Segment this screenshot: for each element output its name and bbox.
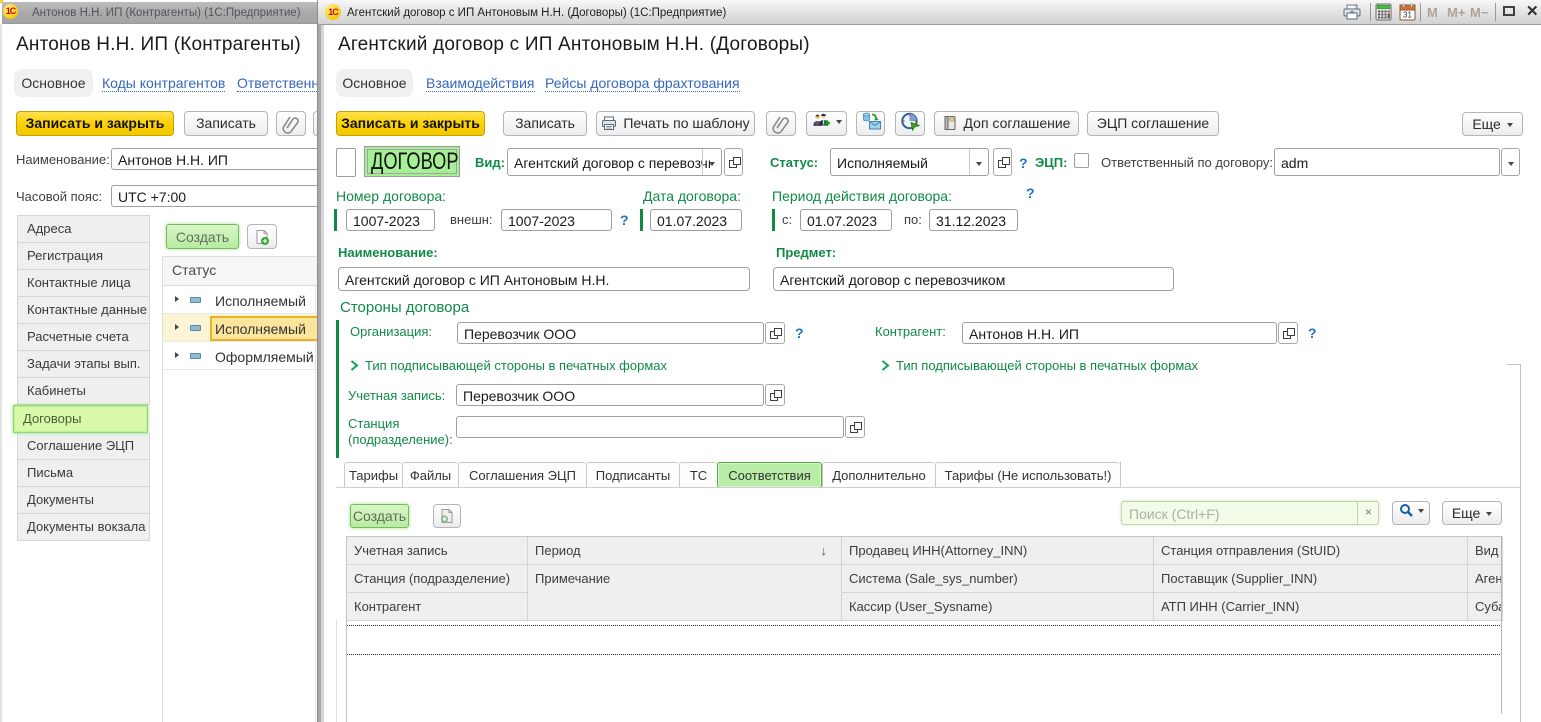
svg-text:31: 31	[1403, 11, 1412, 20]
